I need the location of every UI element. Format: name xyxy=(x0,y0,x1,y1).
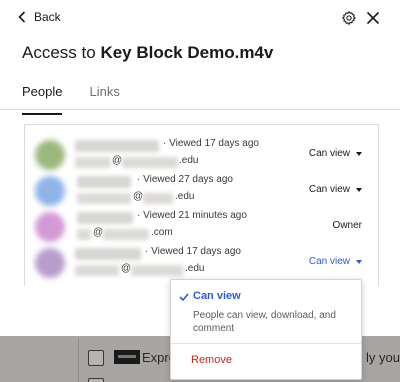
name-redacted xyxy=(77,212,133,224)
email-redacted xyxy=(77,193,131,204)
email-at: @ xyxy=(133,191,144,202)
close-icon[interactable] xyxy=(366,11,380,25)
list-item: · Viewed 17 days ago @ .edu Can view xyxy=(25,135,380,171)
email-redacted xyxy=(77,229,91,240)
background-thumbnail xyxy=(114,350,140,364)
page-title: Access to Key Block Demo.m4v xyxy=(22,43,273,63)
permission-menu: Can view People can view, download, and … xyxy=(170,279,362,380)
list-item: · Viewed 27 days ago @ .edu Can view xyxy=(25,171,380,207)
last-viewed: · Viewed 17 days ago xyxy=(145,246,241,257)
remove-label: Remove xyxy=(191,354,232,366)
email-domain: .com xyxy=(151,227,173,238)
last-viewed: · Viewed 17 days ago xyxy=(163,138,259,149)
name-redacted xyxy=(75,248,141,260)
background-checkbox-2 xyxy=(88,378,104,382)
permission-dropdown[interactable]: Can view xyxy=(309,148,362,159)
email-redacted xyxy=(103,229,149,240)
last-viewed: · Viewed 27 days ago xyxy=(137,174,233,185)
email-domain: .edu xyxy=(175,191,195,202)
background-divider xyxy=(78,338,79,382)
email-domain: .edu xyxy=(179,155,199,166)
permission-dropdown[interactable]: Can view xyxy=(309,184,362,195)
avatar xyxy=(35,140,65,170)
tabs-divider xyxy=(0,109,400,110)
list-item: · Viewed 17 days ago @ .edu Can view xyxy=(25,243,380,279)
email-domain: .edu xyxy=(185,263,205,274)
avatar xyxy=(35,212,65,242)
email-at: @ xyxy=(93,227,104,238)
owner-label: Owner xyxy=(333,220,362,231)
gear-icon[interactable] xyxy=(341,10,357,26)
caret-down-icon xyxy=(356,151,362,156)
back-label: Back xyxy=(34,10,61,24)
tab-links[interactable]: Links xyxy=(89,84,119,115)
checkmark-icon xyxy=(179,293,189,301)
chevron-left-icon xyxy=(18,11,26,23)
title-prefix: Access to xyxy=(22,43,96,62)
name-redacted xyxy=(75,140,159,152)
permission-label: Can view xyxy=(308,148,350,159)
back-button[interactable]: Back xyxy=(18,10,61,24)
people-list: · Viewed 17 days ago @ .edu Can view · V… xyxy=(24,124,379,286)
email-at: @ xyxy=(121,263,132,274)
email-redacted xyxy=(131,265,183,276)
menu-item-title: Can view xyxy=(193,290,241,302)
email-redacted xyxy=(122,157,178,168)
name-redacted xyxy=(77,176,131,188)
avatar xyxy=(35,176,65,206)
title-file-name: Key Block Demo.m4v xyxy=(100,43,274,62)
list-item: · Viewed 21 minutes ago @ .com Owner xyxy=(25,207,380,243)
caret-down-icon xyxy=(356,187,362,192)
permission-label: Can view xyxy=(308,256,350,267)
tab-bar: People Links xyxy=(22,84,147,115)
menu-item-can-view[interactable]: Can view People can view, download, and … xyxy=(171,280,361,342)
avatar xyxy=(35,248,65,278)
tab-people[interactable]: People xyxy=(22,84,63,115)
menu-item-description: People can view, download, and comment xyxy=(193,310,336,334)
background-checkbox xyxy=(88,350,104,366)
permission-dropdown[interactable]: Can view xyxy=(309,256,362,267)
permission-label: Can view xyxy=(308,184,350,195)
background-row-right-text: ly you xyxy=(366,350,400,365)
last-viewed: · Viewed 21 minutes ago xyxy=(137,210,247,221)
email-at: @ xyxy=(112,155,123,166)
menu-item-remove[interactable]: Remove xyxy=(171,344,361,380)
email-redacted xyxy=(143,193,173,204)
email-redacted xyxy=(75,157,111,168)
email-redacted xyxy=(75,265,119,276)
caret-down-icon xyxy=(356,259,362,264)
permission-label: Owner xyxy=(332,220,362,231)
